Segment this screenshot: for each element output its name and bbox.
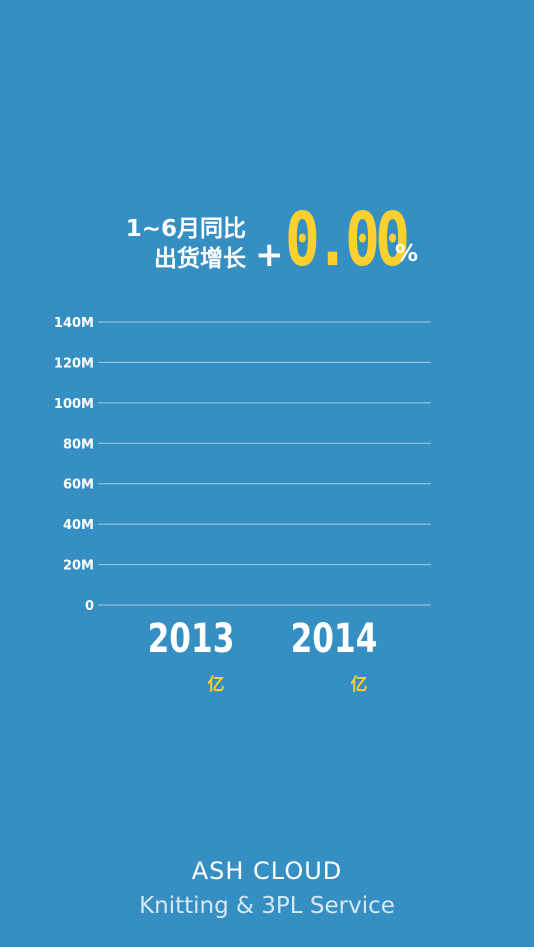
- bar-unit-label: 亿: [208, 674, 225, 695]
- growth-label-line1: 1~6月同比: [125, 216, 246, 242]
- y-tick-label: 60M: [63, 478, 94, 493]
- growth-label-line2: 出货增长: [154, 246, 246, 272]
- bar-unit-label: 亿: [351, 674, 368, 695]
- growth-value: 0.00: [285, 197, 410, 283]
- x-category-label: 2013: [148, 616, 235, 662]
- x-category-label: 2014: [291, 616, 378, 662]
- brand-subtitle: Knitting & 3PL Service: [139, 893, 395, 919]
- growth-unit: %: [395, 241, 419, 267]
- growth-headline: 1~6月同比 出货增长 + 0.00 %: [0, 200, 534, 290]
- y-tick-label: 120M: [54, 356, 94, 371]
- y-tick-label: 100M: [54, 397, 94, 412]
- y-tick-label: 40M: [63, 518, 94, 533]
- growth-label: 1~6月同比 出货增长: [126, 214, 246, 274]
- y-tick-label: 80M: [63, 437, 94, 452]
- brand-title: ASH CLOUD: [191, 857, 343, 885]
- growth-sign: +: [255, 235, 284, 275]
- y-tick-label: 0: [85, 599, 94, 614]
- y-tick-label: 140M: [54, 316, 94, 331]
- y-tick-label: 20M: [63, 559, 94, 574]
- shipment-bar-chart: 0 20M 40M 60M 80M 100M 120M 140M 2013 亿 2014 亿: [54, 316, 431, 695]
